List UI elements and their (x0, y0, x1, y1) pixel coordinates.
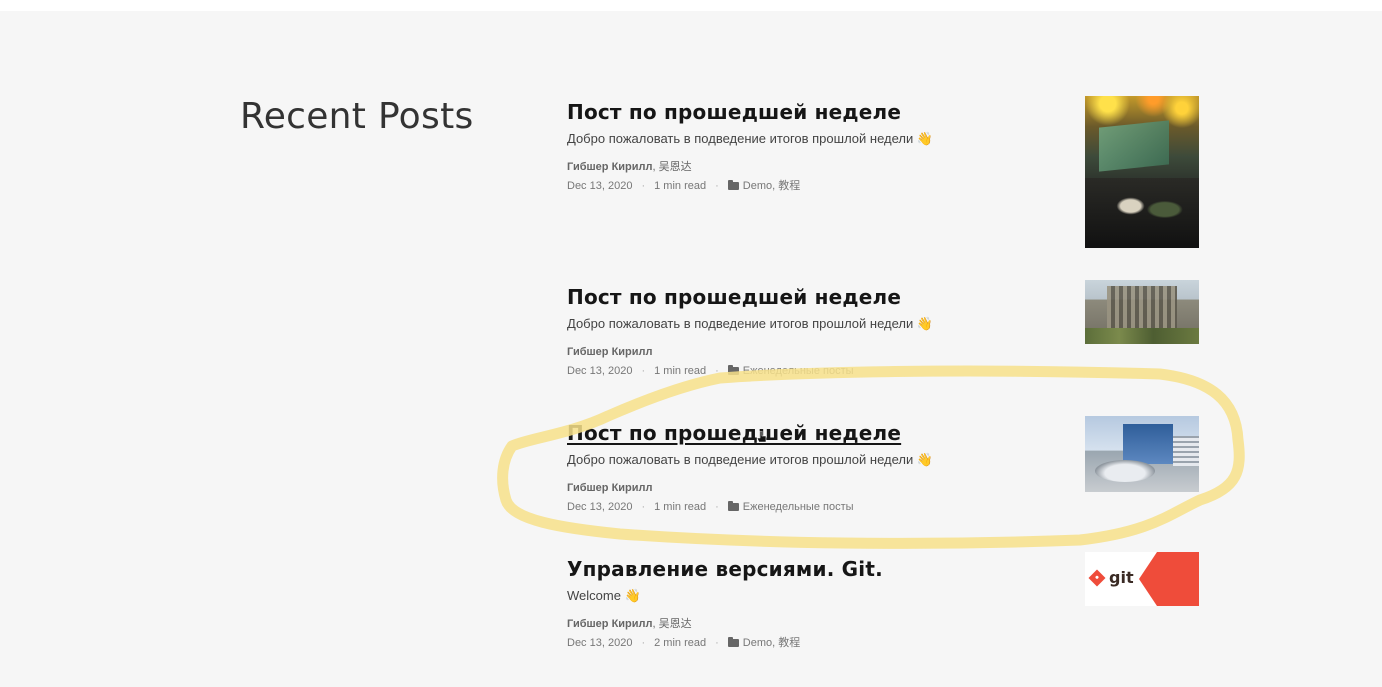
folder-icon (727, 180, 739, 190)
post-thumbnail-concert[interactable] (1085, 96, 1199, 248)
post-excerpt-text: Welcome (567, 588, 621, 603)
thumbnail-fountain (1095, 460, 1155, 482)
author-link[interactable]: Гибшер Кирилл (567, 482, 653, 494)
meta-separator: · (715, 180, 719, 192)
meta-separator: · (641, 365, 646, 377)
git-diamond-icon (1088, 569, 1106, 586)
meta-separator: · (641, 637, 646, 649)
post-thumbnail-building[interactable] (1085, 280, 1199, 344)
post-authors: Гибшер Кирилл, 吴恩达 (567, 617, 1199, 631)
post-categories-link[interactable]: Demo, 教程 (743, 179, 800, 193)
waving-hand-icon: 👋 (916, 316, 934, 331)
git-logo: git (1088, 568, 1134, 587)
meta-separator: · (715, 637, 719, 649)
header-strip (0, 0, 1382, 11)
blog-page: Recent Posts Пост по прошедшей неделе До… (0, 0, 1382, 687)
thumbnail-stage-screen (1099, 120, 1169, 172)
thumbnail-trees (1085, 328, 1199, 344)
post-date: Dec 13, 2020 (567, 180, 633, 192)
git-shape (1139, 552, 1199, 606)
post-read-time: 2 min read (654, 637, 707, 649)
post-categories-link[interactable]: Demo, 教程 (743, 636, 800, 650)
post-excerpt-text: Добро пожаловать в подведение итогов про… (567, 316, 914, 331)
post-categories-link[interactable]: Еженедельные посты (743, 500, 854, 514)
waving-hand-icon: 👋 (624, 588, 641, 603)
folder-icon (727, 365, 739, 375)
post-meta: Dec 13, 2020 · 2 min read · Demo, 教程 (567, 636, 1199, 650)
post-thumbnail-modern-building[interactable] (1085, 416, 1199, 492)
post-excerpt-text: Добро пожаловать в подведение итогов про… (567, 131, 914, 146)
post-excerpt-text: Добро пожаловать в подведение итогов про… (567, 452, 914, 467)
git-logo-text: git (1109, 568, 1134, 587)
folder-icon (727, 501, 739, 511)
waving-hand-icon: 👋 (916, 452, 934, 467)
meta-separator: · (641, 180, 646, 192)
post-read-time: 1 min read (654, 180, 707, 192)
post-date: Dec 13, 2020 (567, 637, 633, 649)
meta-separator: · (715, 501, 719, 513)
post-meta: Dec 13, 2020 · 1 min read · Еженедельные… (567, 364, 1199, 378)
post-categories-link[interactable]: Еженедельные посты (743, 364, 854, 378)
post-authors: Гибшер Кирилл (567, 345, 1199, 359)
post-thumbnail-git[interactable]: git (1085, 552, 1199, 606)
author-link[interactable]: Гибшер Кирилл (567, 161, 653, 173)
thumbnail-crowd (1085, 178, 1199, 248)
author-link[interactable]: Гибшер Кирилл (567, 346, 653, 358)
post-read-time: 1 min read (654, 501, 707, 513)
waving-hand-icon: 👋 (916, 131, 934, 146)
thumbnail-glass-block (1123, 424, 1173, 464)
post-date: Dec 13, 2020 (567, 365, 633, 377)
post-read-time: 1 min read (654, 365, 707, 377)
author-link-extra[interactable]: , 吴恩达 (653, 161, 692, 173)
author-link[interactable]: Гибшер Кирилл (567, 618, 653, 630)
author-link-extra[interactable]: , 吴恩达 (653, 618, 692, 630)
thumbnail-wing (1173, 436, 1199, 466)
post-meta: Dec 13, 2020 · 1 min read · Еженедельные… (567, 500, 1199, 514)
meta-separator: · (641, 501, 646, 513)
folder-icon (727, 637, 739, 647)
meta-separator: · (715, 365, 719, 377)
cursor-icon (757, 431, 767, 443)
post-date: Dec 13, 2020 (567, 501, 633, 513)
recent-posts-heading: Recent Posts (240, 96, 474, 137)
